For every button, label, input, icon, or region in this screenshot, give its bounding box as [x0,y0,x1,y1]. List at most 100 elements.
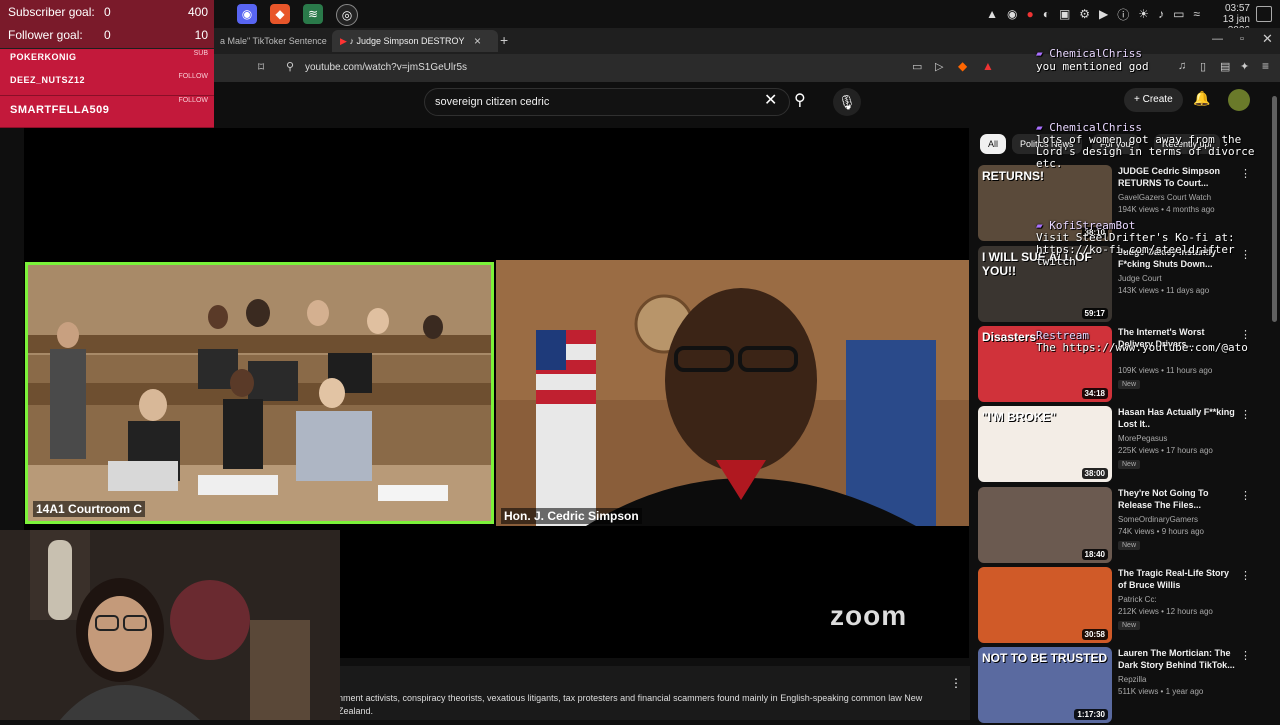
alert-tag: SUB [193,50,208,57]
audio-playing-icon[interactable]: ♪ [349,36,354,46]
new-tab-button[interactable]: + [500,32,508,48]
video-meta: 511K views • 1 year ago [1118,687,1204,696]
alert-name: SMARTFELLA509 [10,104,110,116]
goal-current: 0 [104,5,111,19]
bookmark-icon[interactable]: ⌑ [258,60,264,74]
zoom-logo: zoom [830,600,908,631]
video-duration: 18:40 [1081,549,1108,560]
alert-name: DEEZ_NUTSZ12 [10,75,86,85]
recommendation-item[interactable]: 30:58 The Tragic Real-Life Story of Bruce… [978,567,1258,645]
tray-warning-icon[interactable]: ▲ [986,7,998,21]
chat-text: lots of women got away from the Lord's d… [1036,133,1255,170]
tray-clipboard-icon[interactable]: ▣ [1059,7,1070,21]
url-field[interactable]: youtube.com/watch?v=jmS1GeUlr5s [305,59,905,77]
more-actions-icon[interactable]: ⋮ [1240,649,1251,662]
brave-rewards-icon[interactable]: ▲ [982,59,994,73]
alert-follower: DEEZ_NUTSZ12 FOLLOW [0,72,214,96]
chat-text: The https://www.youtube.com/@ato [1036,341,1248,354]
notification-center-icon[interactable] [1256,6,1272,22]
discord-icon[interactable]: ◉ [237,4,257,24]
video-meta: 212K views • 12 hours ago [1118,607,1213,616]
tab-title: a Male" TikToker Sentence [220,36,327,46]
tab-tiktoker[interactable]: a Male" TikToker Sentence [212,30,336,52]
video-title[interactable]: They're Not Going To Release The Files..… [1118,487,1236,511]
webcam-scene [0,530,340,720]
tray-network-icon[interactable]: ▭ [1173,7,1184,21]
video-title[interactable]: Lauren The Mortician: The Dark Story Beh… [1118,647,1236,671]
tray-play-icon[interactable]: ▶ [1099,7,1108,21]
tray-speaker-icon[interactable]: ♪ [1158,7,1164,21]
extensions-icon[interactable]: ✦ [1240,60,1249,73]
more-actions-icon[interactable]: ⋮ [1240,408,1251,421]
tray-discord-icon[interactable]: ◉ [1007,7,1017,21]
more-actions-icon[interactable]: ⋮ [1240,569,1251,582]
minimize-window-icon[interactable]: — [1212,33,1223,45]
recommendation-item[interactable]: NOT TO BE TRUSTED 1:17:30 Lauren The Morti… [978,647,1258,725]
cast-icon[interactable]: ▭ [912,60,922,73]
video-thumbnail[interactable]: NOT TO BE TRUSTED 1:17:30 [978,647,1112,723]
page-scrollbar[interactable] [1272,96,1277,322]
voice-search-icon[interactable]: 🎙 [833,88,861,116]
obs-studio-icon[interactable]: ◎ [336,4,358,26]
music-extension-icon[interactable]: ♫ [1178,60,1186,72]
notifications-bell-icon[interactable]: 🔔 [1193,90,1210,107]
video-meta: 143K views • 11 days ago [1118,286,1210,295]
stream-goals-panel: Subscriber goal: 0 400 Follower goal: 0 … [0,0,214,48]
channel-name[interactable]: Repzilla [1118,675,1146,684]
video-thumbnail[interactable]: "I'M BROKE" 38:00 [978,406,1112,482]
create-label: Create [1142,94,1173,105]
goal-label: Follower goal: [8,28,83,42]
channel-name[interactable]: SomeOrdinaryGamers [1118,515,1198,524]
judge-tile-label: Hon. J. Cedric Simpson [501,508,642,524]
brave-browser-icon[interactable]: ◆ [270,4,290,24]
media-control-icon[interactable]: ▷ [935,60,943,73]
close-tab-icon[interactable]: × [474,34,481,48]
close-window-icon[interactable]: ✕ [1262,31,1273,47]
sidebar-toggle-icon[interactable]: ▯ [1200,60,1206,73]
video-duration: 1:17:30 [1074,709,1108,720]
video-description[interactable]: nment activists, conspiracy theorists, v… [336,666,970,720]
goal-target: 400 [187,5,208,19]
chip-all[interactable]: All [980,134,1007,154]
new-badge: New [1118,460,1141,469]
tray-info-icon[interactable]: ⓘ [1117,6,1129,23]
new-badge: New [1118,621,1141,630]
video-thumbnail[interactable]: 30:58 [978,567,1112,643]
twitch-icon: ▰ [1036,47,1043,60]
tray-wifi-icon[interactable]: ≈ [1193,7,1200,21]
video-duration: 30:58 [1081,629,1108,640]
recommendation-item[interactable]: 18:40 They're Not Going To Release The Fi… [978,487,1258,565]
chat-message: ▰ ChemicalChriss you mentioned god [1036,47,1149,73]
site-info-icon[interactable]: ⚲ [286,60,294,73]
subscriber-goal: Subscriber goal: 0 400 [8,2,208,22]
channel-name[interactable]: Judge Court [1118,274,1162,283]
channel-name[interactable]: Patrick Cc: [1118,595,1157,604]
video-title[interactable]: The Tragic Real-Life Story of Bruce Will… [1118,567,1236,591]
browser-menu-icon[interactable]: ≡ [1262,59,1269,73]
description-text: nment activists, conspiracy theorists, v… [338,693,923,716]
tray-gear-icon[interactable]: ⚙ [1079,7,1090,21]
clear-search-icon[interactable]: ✕ [764,90,777,110]
video-thumbnail[interactable]: 18:40 [978,487,1112,563]
layers-app-icon[interactable]: ≋ [303,4,323,24]
search-box[interactable]: sovereign citizen cedric [424,88,790,116]
tray-brightness-icon[interactable]: ☀ [1138,7,1149,21]
avatar[interactable] [1228,89,1250,111]
create-button[interactable]: + Create [1124,88,1183,112]
brave-shields-icon[interactable]: ◆ [958,59,967,73]
tab-title: Judge Simpson DESTROY [356,36,465,46]
channel-name[interactable]: GavelGazers Court Watch [1118,193,1211,202]
tray-recording-icon[interactable]: ● [1026,7,1033,21]
more-actions-icon[interactable]: ⋮ [1240,489,1251,502]
channel-name[interactable]: MorePegasus [1118,434,1167,443]
search-icon[interactable]: ⚲ [794,90,806,110]
maximize-window-icon[interactable]: ▫ [1240,33,1244,45]
tray-steam-icon[interactable]: ◐ [1043,7,1050,21]
description-menu-icon[interactable]: ⋮ [950,676,962,690]
search-input[interactable]: sovereign citizen cedric [435,89,549,115]
video-title[interactable]: Hasan Has Actually F**king Lost It.. [1118,406,1236,430]
wallet-icon[interactable]: ▤ [1220,60,1230,73]
thumbnail-caption: "I'M BROKE" [982,410,1057,424]
system-tray: ▲ ◉ ● ◐ ▣ ⚙ ▶ ⓘ ☀ ♪ ▭ ≈ [986,0,1200,28]
recommendation-item[interactable]: "I'M BROKE" 38:00 Hasan Has Actually F**ki… [978,406,1258,484]
